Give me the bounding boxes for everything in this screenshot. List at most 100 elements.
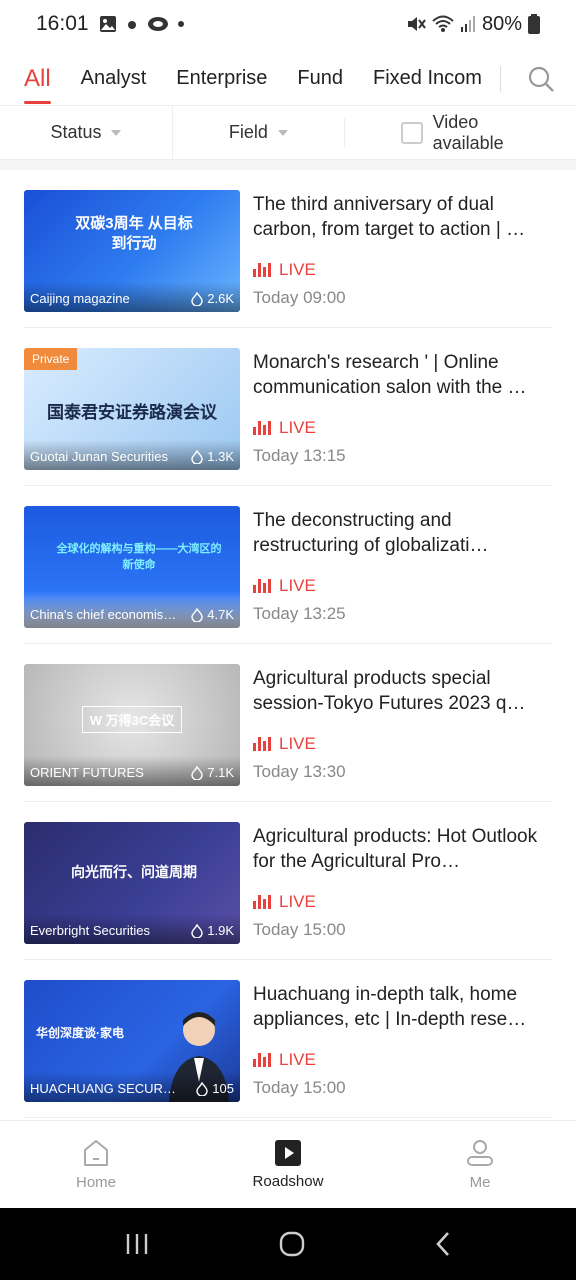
list-item[interactable]: 全球化的解构与重构——大湾区的新使命 China's chief economi…	[24, 486, 552, 644]
item-time: Today 13:25	[253, 604, 346, 623]
field-filter[interactable]: Field	[171, 105, 344, 160]
view-count: 1.3K	[207, 449, 234, 464]
thumbnail-caption: 全球化的解构与重构——大湾区的新使命	[56, 543, 222, 571]
thumbnail-caption: W 万得3C会议	[82, 706, 182, 733]
nav-home-label: Home	[75, 1174, 116, 1191]
home-icon	[84, 1140, 108, 1166]
thumbnail[interactable]: 向光而行、问道周期 Everbright Securities 1.9K	[24, 822, 240, 944]
live-label: LIVE	[279, 260, 316, 279]
home-button-icon[interactable]	[278, 1230, 306, 1258]
item-time: Today 09:00	[253, 288, 346, 307]
thumbnail[interactable]: 双碳3周年 从目标到行动 Caijing magazine 2.6K	[24, 190, 240, 312]
item-title[interactable]: Huachuang in-depth talk, home appliances…	[253, 982, 553, 1032]
bottom-nav: Home Roadshow Me	[0, 1120, 576, 1208]
flame-icon	[191, 449, 203, 464]
tab-analyst[interactable]: Analyst	[81, 52, 147, 106]
view-count: 4.7K	[207, 607, 234, 622]
live-label: LIVE	[279, 418, 316, 437]
live-bars-icon	[253, 1053, 271, 1067]
tab-fixed-income[interactable]: Fixed Incom	[373, 52, 482, 106]
live-label: LIVE	[279, 892, 316, 911]
app-icon	[147, 17, 168, 31]
divider	[0, 160, 576, 170]
roadshow-list: 双碳3周年 从目标到行动 Caijing magazine 2.6K The t…	[0, 170, 576, 1118]
flame-icon	[191, 607, 203, 622]
item-title[interactable]: The deconstructing and restructuring of …	[253, 508, 553, 558]
chevron-down-icon	[111, 129, 122, 136]
item-time: Today 15:00	[253, 920, 346, 939]
filter-bar: Status Field Video available	[0, 105, 576, 160]
live-bars-icon	[253, 579, 271, 593]
nav-roadshow-label: Roadshow	[252, 1173, 324, 1190]
thumbnail[interactable]: 全球化的解构与重构——大湾区的新使命 China's chief economi…	[24, 506, 240, 628]
search-icon[interactable]	[526, 64, 556, 94]
status-bar: 16:01 80%	[0, 0, 576, 48]
live-badge: LIVE	[253, 892, 316, 912]
live-label: LIVE	[279, 576, 316, 595]
thumbnail-caption: 向光而行、问道周期	[71, 864, 197, 880]
item-title[interactable]: Agricultural products special session-To…	[253, 666, 553, 716]
live-badge: LIVE	[253, 1050, 316, 1070]
live-badge: LIVE	[253, 576, 316, 596]
nav-me-label: Me	[469, 1174, 491, 1191]
item-time: Today 15:00	[253, 1078, 346, 1097]
item-title[interactable]: Monarch's research ' | Online communicat…	[253, 350, 553, 400]
gallery-icon	[99, 16, 116, 32]
person-icon	[467, 1140, 493, 1166]
system-nav-bar	[0, 1208, 576, 1280]
nav-roadshow[interactable]: Roadshow	[192, 1121, 384, 1208]
live-label: LIVE	[279, 1050, 316, 1069]
flame-icon	[191, 291, 203, 306]
thumbnail[interactable]: Private 国泰君安证券路演会议 Guotai Junan Securiti…	[24, 348, 240, 470]
item-time: Today 13:30	[253, 762, 346, 781]
view-count: 2.6K	[207, 291, 234, 306]
dot-icon	[177, 21, 184, 27]
video-available-label: Video available	[432, 111, 504, 153]
wifi-icon	[432, 15, 454, 32]
item-title[interactable]: The third anniversary of dual carbon, fr…	[253, 192, 553, 242]
video-available-checkbox[interactable]	[400, 121, 423, 144]
list-item[interactable]: 向光而行、问道周期 Everbright Securities 1.9K Agr…	[24, 802, 552, 960]
list-item[interactable]: Private 国泰君安证券路演会议 Guotai Junan Securiti…	[24, 328, 552, 486]
category-tabs: All Analyst Enterprise Fund Fixed Incom	[0, 52, 576, 106]
live-bars-icon	[253, 737, 271, 751]
view-count: 1.9K	[207, 923, 234, 938]
item-time: Today 13:15	[253, 446, 346, 465]
flame-icon	[191, 923, 203, 938]
play-icon	[275, 1140, 301, 1166]
live-bars-icon	[253, 263, 271, 277]
cloud-icon	[127, 21, 136, 29]
view-count: 7.1K	[207, 765, 234, 780]
tab-fund[interactable]: Fund	[297, 52, 343, 106]
video-available-toggle[interactable]: Video available	[343, 112, 552, 153]
view-count: 105	[212, 1081, 234, 1096]
thumbnail-org: Everbright Securities	[30, 923, 150, 938]
signal-icon	[460, 16, 475, 32]
tabs-divider	[500, 66, 501, 92]
thumbnail[interactable]: 华创深度谈·家电 HUACHUANG SECURITI… 105	[24, 980, 240, 1102]
thumbnail-org: HUACHUANG SECURITI…	[30, 1081, 178, 1096]
item-title[interactable]: Agricultural products: Hot Outlook for t…	[253, 824, 553, 874]
list-item[interactable]: 华创深度谈·家电 HUACHUANG SECURITI… 105 Huachua…	[24, 960, 552, 1118]
flame-icon	[196, 1081, 208, 1096]
tab-enterprise[interactable]: Enterprise	[176, 52, 267, 106]
nav-home[interactable]: Home	[0, 1121, 192, 1208]
live-badge: LIVE	[253, 260, 316, 280]
status-filter-label: Status	[50, 122, 102, 142]
live-bars-icon	[253, 421, 271, 435]
nav-me[interactable]: Me	[384, 1121, 576, 1208]
thumbnail[interactable]: W 万得3C会议 ORIENT FUTURES 7.1K	[24, 664, 240, 786]
back-icon[interactable]	[433, 1230, 453, 1258]
status-filter[interactable]: Status	[0, 106, 172, 160]
battery-icon	[528, 14, 540, 34]
thumbnail-org: ORIENT FUTURES	[30, 765, 144, 780]
tab-all[interactable]: All	[24, 52, 51, 106]
clock: 16:01	[36, 12, 89, 35]
list-item[interactable]: 双碳3周年 从目标到行动 Caijing magazine 2.6K The t…	[24, 170, 552, 328]
list-item[interactable]: W 万得3C会议 ORIENT FUTURES 7.1K Agricultura…	[24, 644, 552, 802]
mute-icon	[407, 17, 426, 31]
live-badge: LIVE	[253, 734, 316, 754]
battery-percent: 80%	[481, 12, 522, 35]
recent-apps-icon[interactable]	[123, 1231, 151, 1257]
flame-icon	[191, 765, 203, 780]
